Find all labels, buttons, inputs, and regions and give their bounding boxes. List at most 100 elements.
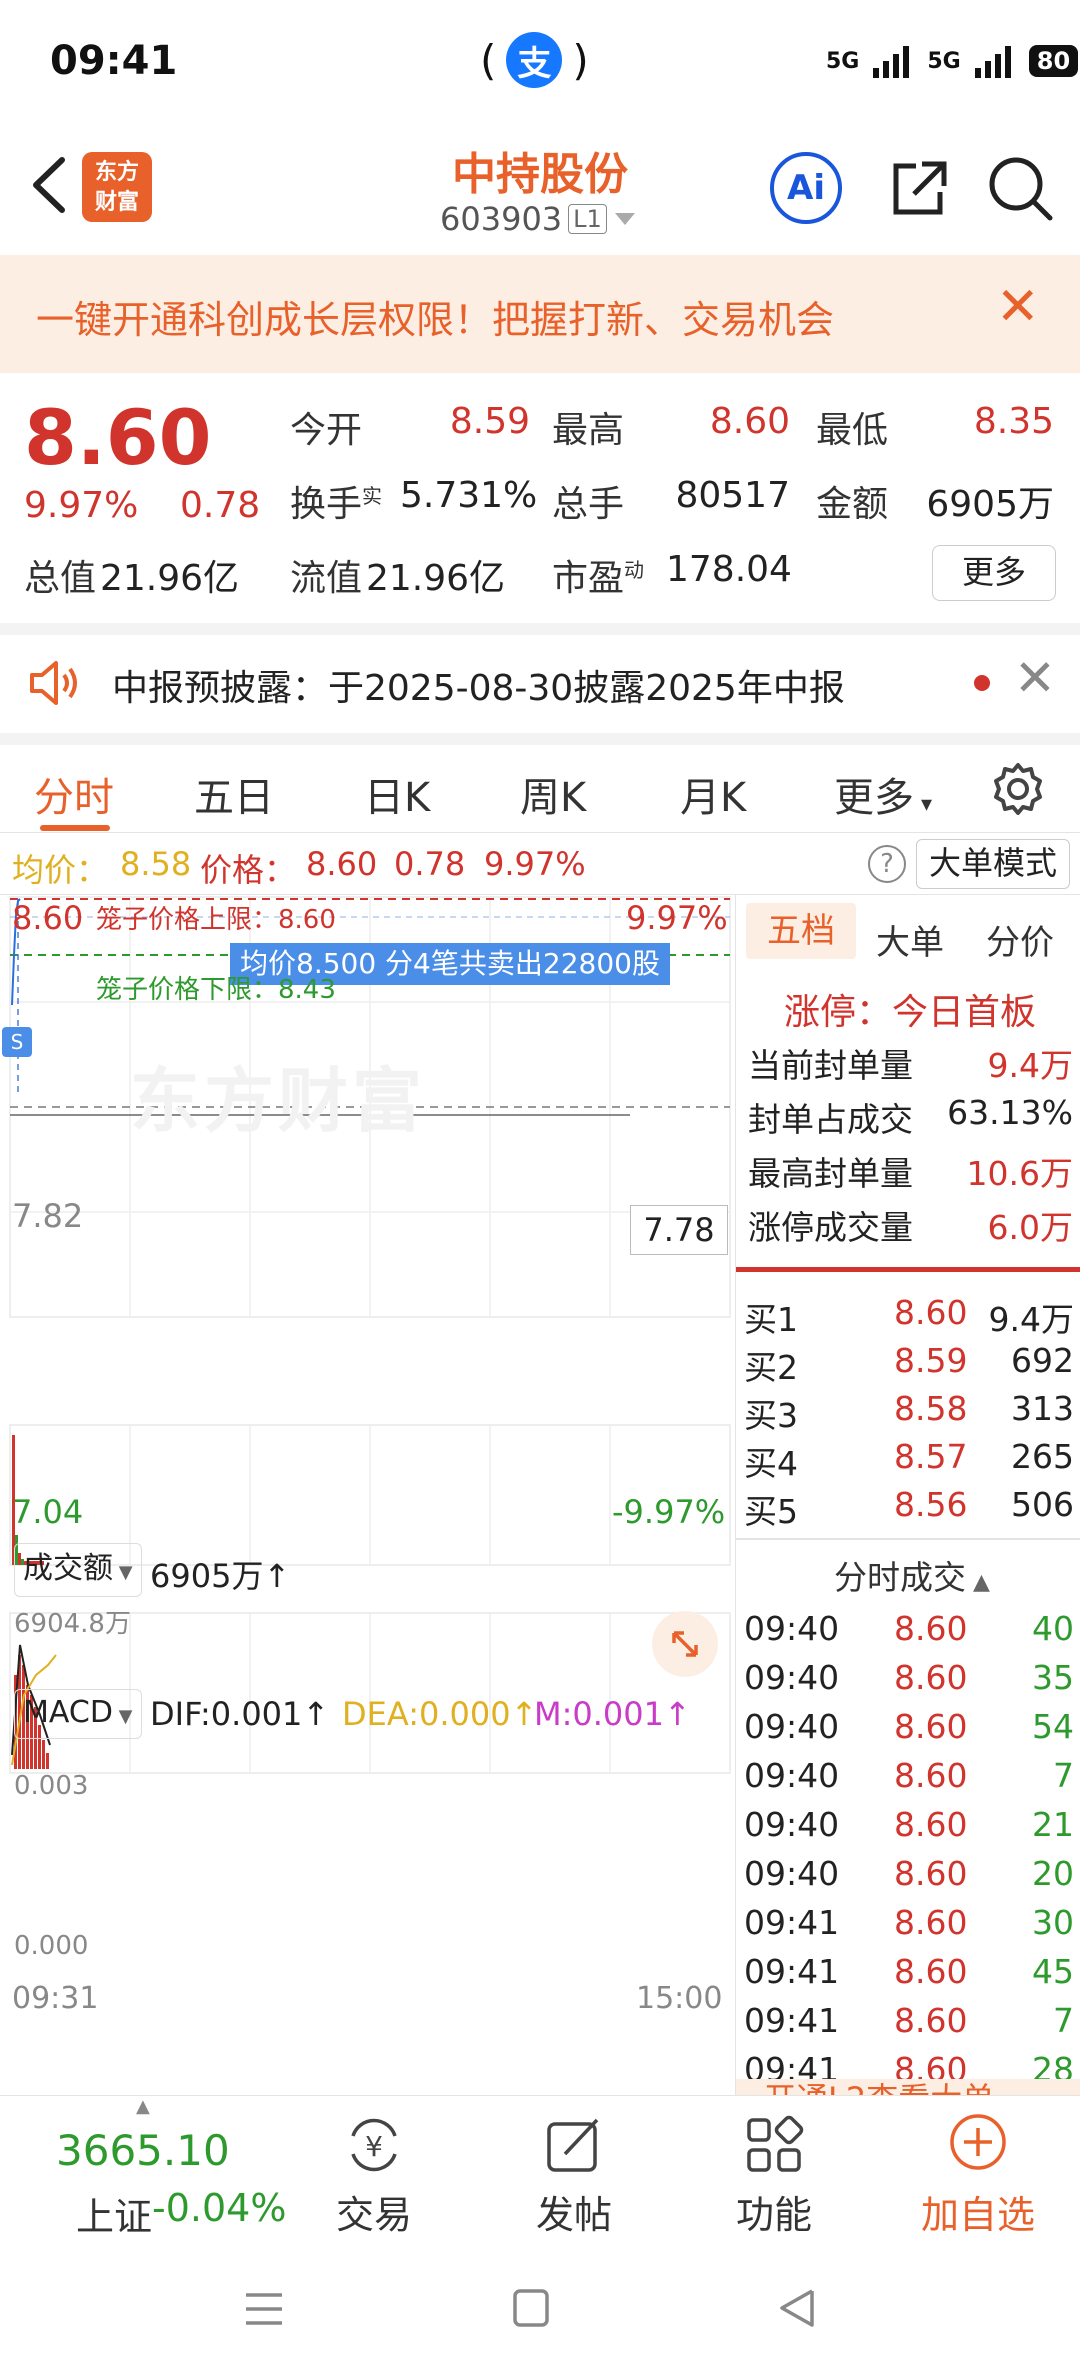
nav-functions[interactable]: 功能: [704, 2110, 844, 2239]
tab-weekly-k[interactable]: 周K: [520, 765, 586, 823]
tab-price-distribution[interactable]: 分价: [986, 915, 1054, 964]
change-percent: 9.97%: [24, 485, 139, 526]
bid-row[interactable]: 买5 8.56 506: [744, 1485, 1074, 1533]
paren-left: (: [480, 35, 497, 85]
search-icon: [989, 157, 1053, 221]
top-pct-label: 9.97%: [626, 899, 728, 937]
volume-label: 总手: [552, 484, 625, 525]
bid-row[interactable]: 买3 8.58 313: [744, 1389, 1074, 1437]
turnover-value: 5.731%: [400, 475, 538, 516]
close-icon[interactable]: ✕: [996, 277, 1040, 337]
bid-row[interactable]: 买1 8.60 9.4万: [744, 1293, 1074, 1341]
crosshair-price-box: 7.78: [630, 1205, 728, 1255]
grid-icon: [747, 2115, 804, 2172]
high-label: 最高: [552, 410, 625, 451]
tick-row: 09:40 8.60 40: [744, 1609, 1074, 1648]
chart-tabs: 分时 五日 日K 周K 月K 更多 ▾: [0, 733, 1080, 833]
ai-button[interactable]: Ai: [770, 152, 842, 224]
high-value: 8.60: [709, 401, 790, 442]
tab-monthly-k[interactable]: 月K: [680, 765, 746, 823]
tab-five-day[interactable]: 五日: [194, 765, 274, 823]
bid-row[interactable]: 买2 8.59 692: [744, 1341, 1074, 1389]
dif-value: DIF:0.001↑: [150, 1695, 330, 1733]
sell-marker-icon[interactable]: S: [2, 1027, 32, 1057]
notice-text: 中报预披露：于2025-08-30披露2025年中报: [112, 668, 845, 709]
nav-trade[interactable]: ¥ 交易: [304, 2110, 444, 2239]
nav-post-label: 发帖: [535, 2193, 612, 2237]
divider: [736, 1538, 1080, 1540]
tab-five-levels[interactable]: 五档: [746, 903, 856, 959]
nav-post[interactable]: 发帖: [504, 2110, 644, 2239]
low-label: 最低: [816, 410, 889, 451]
tick-row: 09:40 8.60 35: [744, 1658, 1074, 1697]
pe-label: 市盈动: [552, 558, 645, 599]
upper-limit-label: 笼子价格上限：8.60: [96, 905, 336, 935]
expand-icon: [672, 1631, 698, 1657]
stat-row: 涨停成交量 6.0万: [748, 1208, 1073, 1247]
bottom-price-label: 7.04: [12, 1493, 84, 1531]
volume-value: 6905万↑: [150, 1557, 291, 1595]
signal-5g-icon: 5G: [826, 48, 860, 74]
expand-button[interactable]: [652, 1611, 718, 1677]
clock: 09:41: [50, 38, 178, 84]
stock-code-selector[interactable]: 603903 L1: [440, 200, 637, 238]
stock-code: 603903: [440, 200, 563, 238]
turnover-sup: 实: [362, 484, 383, 508]
notice-bar[interactable]: 中报预披露：于2025-08-30披露2025年中报 ✕: [0, 623, 1080, 733]
level-badge: L1: [568, 204, 607, 234]
current-price: 8.60: [24, 393, 212, 482]
share-button[interactable]: [882, 152, 954, 224]
close-icon[interactable]: ✕: [1014, 649, 1056, 707]
nav-add-watchlist[interactable]: 加自选: [908, 2110, 1048, 2239]
promo-text: 一键开通科创成长层权限！把握打新、交易机会: [36, 298, 835, 342]
promo-banner[interactable]: 一键开通科创成长层权限！把握打新、交易机会 ✕: [0, 255, 1080, 373]
more-button[interactable]: 更多: [932, 545, 1056, 601]
stat-row: 封单占成交 63.13%: [748, 1093, 1073, 1139]
bid-row[interactable]: 买4 8.57 265: [744, 1437, 1074, 1485]
unread-dot: [974, 675, 990, 691]
pct-value: 9.97%: [484, 845, 586, 883]
m-value: M:0.001↑: [534, 1695, 691, 1733]
avg-value: 8.58: [120, 845, 192, 883]
intraday-chart[interactable]: 东方财富 8.60 笼子价格上限：8.60 9.97% 均价8.500 分4笔共…: [0, 895, 735, 2095]
volume-indicator-select[interactable]: 成交额 ▼: [14, 1543, 142, 1597]
turnover-label: 换手实: [290, 484, 383, 525]
plus-circle-icon: [950, 2114, 1006, 2170]
tab-more[interactable]: 更多 ▾: [834, 765, 932, 823]
nav-add-label: 加自选: [920, 2193, 1035, 2237]
macd-indicator-select[interactable]: MACD ▼: [14, 1689, 142, 1739]
time-start-label: 09:31: [12, 1981, 99, 2016]
tab-intraday[interactable]: 分时: [34, 765, 114, 823]
tick-row: 09:40 8.60 7: [744, 1756, 1074, 1795]
signal-bars-icon-2: [974, 46, 1011, 78]
pe-sup: 动: [624, 558, 645, 582]
quote-panel: 8.60 9.97% 0.78 今开 8.59 最高 8.60 最低 8.35 …: [0, 373, 1080, 623]
avg-label: 均价：: [12, 851, 109, 889]
divider: [736, 1267, 1080, 1272]
caret-up-icon: ▲: [136, 2096, 150, 2117]
tick-row: 09:40 8.60 54: [744, 1707, 1074, 1746]
help-icon[interactable]: ?: [868, 845, 906, 883]
bottom-nav: ▲ 3665.10 上证 -0.04% ¥ 交易 发帖 功能 加自选: [0, 2095, 1080, 2245]
paren-right: ): [572, 35, 589, 85]
big-order-mode-button[interactable]: 大单模式: [916, 839, 1070, 889]
ticks-title[interactable]: 分时成交 ▲: [834, 1551, 990, 1599]
open-value: 8.59: [449, 401, 530, 442]
tab-big-orders[interactable]: 大单: [876, 915, 944, 964]
search-button[interactable]: [984, 152, 1056, 224]
price-label: 价格：: [200, 851, 297, 889]
tab-daily-k[interactable]: 日K: [364, 765, 430, 823]
index-name[interactable]: 上证: [76, 2186, 152, 2241]
menu-icon: [246, 2293, 282, 2325]
index-value[interactable]: 3665.10: [56, 2126, 230, 2175]
alipay-icon: 支: [506, 32, 563, 88]
index-change: -0.04%: [152, 2186, 287, 2230]
tick-row: 09:41 8.60 7: [744, 2001, 1074, 2040]
dea-value: DEA:0.000↑: [342, 1695, 538, 1733]
gear-icon[interactable]: [990, 761, 1046, 817]
low-value: 8.35: [973, 401, 1054, 442]
tick-row: 09:40 8.60 20: [744, 1854, 1074, 1893]
amount-value: 6905万: [926, 484, 1054, 525]
alipay-indicator: ( 支 ): [480, 32, 589, 88]
float-cap-label: 流值: [290, 558, 363, 599]
